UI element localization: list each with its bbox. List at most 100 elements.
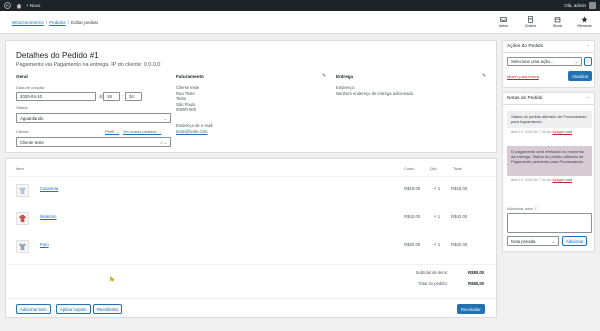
item-total: R$18,00 bbox=[451, 186, 468, 191]
nav-stock[interactable]: Stock bbox=[544, 16, 571, 28]
note-type-select[interactable]: Nota privada ⌄ bbox=[507, 236, 559, 246]
delete-note-link[interactable]: Apagar nota bbox=[552, 178, 572, 182]
col-cost: Custo bbox=[404, 166, 415, 171]
item-name-link[interactable]: Camiseta bbox=[40, 186, 58, 191]
activity-nav: Inbox Orders Stock Reviews bbox=[490, 16, 598, 28]
apply-action-button[interactable]: › bbox=[584, 57, 592, 66]
breadcrumb-woocommerce[interactable]: WooCommerce bbox=[12, 20, 44, 25]
profile-link[interactable]: Perfil → bbox=[105, 129, 119, 134]
billing-address: Cliente teste Rua Teste Teste São Paulo … bbox=[176, 85, 199, 113]
avatar[interactable] bbox=[589, 2, 596, 9]
billing-heading: Faturamento bbox=[176, 74, 204, 79]
add-note-button[interactable]: Adicionar bbox=[562, 236, 588, 246]
update-button[interactable]: Atualizar bbox=[568, 71, 593, 81]
chevron-up-icon[interactable]: ⌃ bbox=[587, 44, 590, 49]
item-total: R$20,00 bbox=[451, 242, 468, 247]
item-total: R$42,00 bbox=[451, 214, 468, 219]
status-select[interactable]: Aguardando ⌄ bbox=[16, 113, 171, 123]
edit-billing-icon[interactable]: ✎ bbox=[322, 73, 326, 79]
delete-note-link[interactable]: Apagar nota bbox=[552, 130, 572, 134]
woocommerce-header: WooCommerce / Pedidos / Editar pedido In… bbox=[0, 11, 600, 34]
nav-orders[interactable]: Orders bbox=[517, 16, 544, 28]
shipping-heading: Entrega bbox=[336, 74, 354, 79]
add-note-label-text: Adicionar nota bbox=[507, 206, 533, 211]
chevron-down-icon: ⌄ bbox=[574, 59, 578, 64]
order-notes-header[interactable]: Notas do Pedido ⌃ bbox=[503, 93, 594, 105]
item-qty: × 1 bbox=[434, 214, 441, 219]
order-note-meta: abril 10, 2020 às 7:34 pm Apagar nota bbox=[511, 178, 572, 182]
item-row: Moletom R$42,00 × 1 R$42,00 bbox=[6, 207, 496, 235]
subtotal-row: Subtotal de itens: R$80,00 bbox=[398, 270, 484, 275]
status-label: Status: bbox=[16, 105, 29, 110]
customer-value: Cliente teste bbox=[20, 139, 44, 145]
col-qty: Qtd. bbox=[430, 166, 438, 171]
order-note: O pagamento será efetuado no momento da … bbox=[507, 146, 592, 176]
item-name-link[interactable]: Polo bbox=[40, 242, 49, 247]
move-to-trash-link[interactable]: Mover para lixeira bbox=[507, 74, 539, 79]
order-data-panel: Detalhes do Pedido #1 Pagamento via Paga… bbox=[5, 40, 497, 153]
billing-email[interactable]: teste@teste.com bbox=[176, 129, 207, 135]
apply-coupon-button[interactable]: Aplicar cupom bbox=[56, 304, 91, 314]
orders-icon bbox=[528, 16, 533, 23]
col-total: Total bbox=[453, 166, 462, 171]
profile-link-text[interactable]: Perfil → bbox=[105, 129, 119, 134]
nav-inbox[interactable]: Inbox bbox=[490, 16, 517, 28]
date-field[interactable]: 2020-04-10 bbox=[16, 92, 96, 101]
user-greeting[interactable]: Olá, admin bbox=[564, 3, 586, 8]
recalculate-button[interactable]: Recalcular bbox=[457, 304, 485, 314]
order-actions-header[interactable]: Ações do Pedido ⌃ bbox=[503, 41, 594, 53]
other-orders-link[interactable]: Ver outros pedidos → bbox=[123, 129, 161, 134]
new-content-menu[interactable]: + Novo bbox=[26, 3, 40, 8]
order-items-panel: Item Custo Qtd. Total Camiseta R$18,00 ×… bbox=[5, 158, 497, 318]
nav-label: Stock bbox=[552, 24, 563, 28]
help-icon[interactable]: ⓘ bbox=[534, 206, 538, 211]
other-orders-link-text[interactable]: Ver outros pedidos → bbox=[123, 129, 161, 134]
note-textarea[interactable] bbox=[507, 213, 592, 233]
subtotal-value: R$80,00 bbox=[468, 270, 484, 275]
stock-icon bbox=[554, 17, 561, 23]
tshirt-icon bbox=[16, 184, 29, 197]
hour-field[interactable]: 19 bbox=[103, 92, 120, 101]
item-name-link[interactable]: Moletom bbox=[40, 214, 56, 219]
add-item-button[interactable]: Adicionar item bbox=[16, 304, 51, 314]
page-title: Detalhes do Pedido #1 bbox=[16, 51, 99, 60]
order-actions-box: Ações do Pedido ⌃ Selecione uma ação... … bbox=[502, 40, 595, 88]
col-item: Item bbox=[16, 166, 24, 171]
breadcrumb-current: Editar pedido bbox=[71, 19, 99, 25]
breadcrumb: WooCommerce / Pedidos / Editar pedido bbox=[12, 20, 98, 25]
item-qty: × 1 bbox=[434, 242, 441, 247]
wordpress-icon[interactable]: W bbox=[3, 1, 12, 10]
total-row: Total do pedido: R$80,00 bbox=[398, 281, 484, 286]
home-icon[interactable] bbox=[16, 3, 22, 9]
minute-field[interactable]: 34 bbox=[125, 92, 142, 101]
polo-icon bbox=[16, 240, 29, 253]
shipping-address: Nenhum endereço de entrega adicionado. bbox=[336, 91, 415, 96]
item-cost: R$42,00 bbox=[404, 214, 421, 219]
date-label: Data de criação: bbox=[16, 85, 46, 90]
customer-select[interactable]: Cliente teste × ⌄ bbox=[16, 137, 171, 147]
nav-label: Inbox bbox=[498, 24, 509, 28]
date-value: 2020-04-10 bbox=[20, 94, 42, 99]
move-to-trash-text[interactable]: Mover para lixeira bbox=[507, 74, 539, 79]
nav-reviews[interactable]: Reviews bbox=[571, 16, 598, 28]
chevron-up-icon[interactable]: ⌃ bbox=[587, 96, 590, 101]
total-label: Total do pedido: bbox=[418, 281, 448, 286]
billing-line: 00000-000 bbox=[176, 107, 197, 113]
hoodie-icon bbox=[16, 212, 29, 225]
order-note-meta: abril 10, 2020 às 7:35 pm Apagar nota bbox=[511, 130, 572, 134]
refund-button[interactable]: Reembolso bbox=[93, 304, 123, 314]
billing-email-link[interactable]: teste@teste.com bbox=[176, 129, 207, 134]
note-date: abril 10, 2020 às 7:34 pm bbox=[511, 178, 552, 182]
edit-shipping-icon[interactable]: ✎ bbox=[482, 73, 486, 79]
item-cost: R$18,00 bbox=[404, 186, 421, 191]
billing-line: Cliente teste bbox=[176, 85, 200, 90]
breadcrumb-orders[interactable]: Pedidos bbox=[49, 20, 66, 25]
order-action-select[interactable]: Selecione uma ação... ⌄ bbox=[507, 57, 582, 66]
item-qty: × 1 bbox=[434, 186, 441, 191]
item-row: Polo R$20,00 × 1 R$20,00 bbox=[6, 235, 496, 263]
items-actions: Adicionar item Aplicar cupom Reembolso R… bbox=[6, 298, 496, 318]
order-notes-title: Notas do Pedido bbox=[507, 96, 543, 101]
order-note: Status do pedido alterado de Processando… bbox=[507, 111, 592, 128]
note-type-value: Nota privada bbox=[511, 238, 536, 244]
svg-text:W: W bbox=[6, 3, 10, 8]
